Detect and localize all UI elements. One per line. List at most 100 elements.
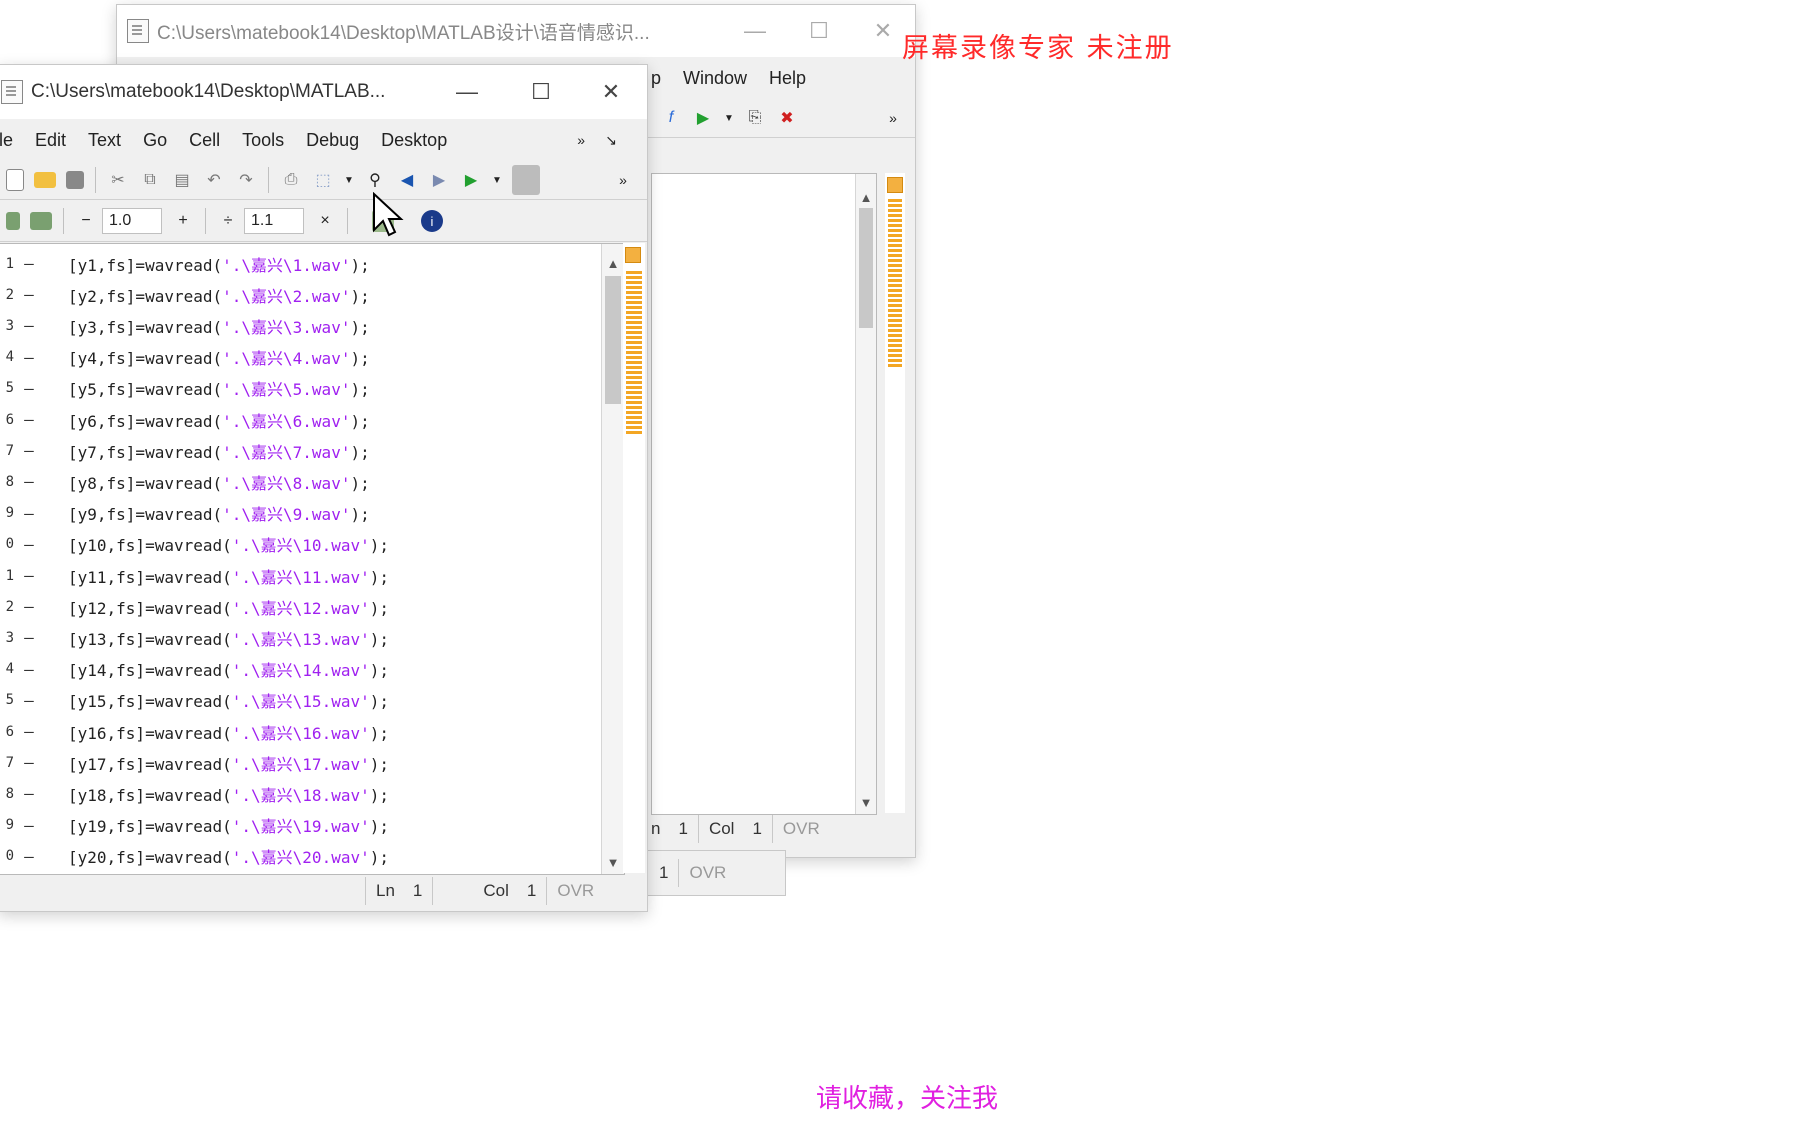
menu-help[interactable]: Help xyxy=(769,68,806,89)
menu-go[interactable]: Go xyxy=(143,130,167,151)
code-line[interactable]: 4— [y14,fs]=wavread('.\嘉兴\14.wav'); xyxy=(0,656,389,683)
breakpoint-dash[interactable]: — xyxy=(14,379,44,398)
code-line[interactable]: 0— [y10,fs]=wavread('.\嘉兴\10.wav'); xyxy=(0,531,389,558)
maximize-button[interactable]: ☐ xyxy=(787,5,851,57)
code-line[interactable]: 9— [y19,fs]=wavread('.\嘉兴\19.wav'); xyxy=(0,812,389,839)
menu-file[interactable]: le xyxy=(0,130,13,151)
back-title-bar[interactable]: C:\Users\matebook14\Desktop\MATLAB设计\语音情… xyxy=(117,5,915,57)
scroll-up-icon[interactable]: ▲ xyxy=(856,190,876,205)
help-info-icon[interactable]: i xyxy=(421,210,443,232)
code-line[interactable]: 2— [y2,fs]=wavread('.\嘉兴\2.wav'); xyxy=(0,281,370,308)
breakpoint-dash[interactable]: — xyxy=(14,847,44,866)
breakpoint-dash[interactable]: — xyxy=(14,472,44,491)
run-icon[interactable]: ▶ xyxy=(692,107,714,129)
code-line[interactable]: 8— [y8,fs]=wavread('.\嘉兴\8.wav'); xyxy=(0,468,370,495)
step-in-icon[interactable]: ⎘ xyxy=(744,107,766,129)
breakpoint-dash[interactable]: — xyxy=(14,316,44,335)
code-line[interactable]: 0— [y20,fs]=wavread('.\嘉兴\20.wav'); xyxy=(0,843,389,870)
overflow-icon[interactable]: » xyxy=(612,169,634,191)
close-button[interactable]: ✕ xyxy=(579,65,643,119)
scroll-down-icon[interactable]: ▼ xyxy=(856,795,876,810)
menu-desktop[interactable]: Desktop xyxy=(381,130,447,151)
code-line[interactable]: 3— [y3,fs]=wavread('.\嘉兴\3.wav'); xyxy=(0,312,370,339)
code-line[interactable]: 8— [y18,fs]=wavread('.\嘉兴\18.wav'); xyxy=(0,780,389,807)
scrollbar-thumb[interactable] xyxy=(605,276,621,404)
code-line[interactable]: 3— [y13,fs]=wavread('.\嘉兴\13.wav'); xyxy=(0,624,389,651)
cut-icon[interactable]: ✂ xyxy=(107,169,129,191)
back-arrow-icon[interactable]: ◀ xyxy=(396,169,418,191)
breakpoint-dash[interactable]: — xyxy=(14,441,44,460)
stack-icon[interactable] xyxy=(512,165,540,195)
code-analyzer-bar[interactable] xyxy=(623,243,645,873)
save-icon[interactable] xyxy=(66,171,84,189)
code-line[interactable]: 9— [y9,fs]=wavread('.\嘉兴\9.wav'); xyxy=(0,500,370,527)
multiply-value-input[interactable]: 1.1 xyxy=(244,208,304,234)
new-file-icon[interactable] xyxy=(6,169,24,191)
run-icon[interactable]: ▶ xyxy=(460,169,482,191)
breakpoint-dash[interactable]: — xyxy=(14,816,44,835)
code-line[interactable]: 2— [y12,fs]=wavread('.\嘉兴\12.wav'); xyxy=(0,593,389,620)
redo-icon[interactable]: ↷ xyxy=(235,169,257,191)
minimize-button[interactable]: — xyxy=(435,65,499,119)
divide-button[interactable]: ÷ xyxy=(217,210,239,232)
undock-icon[interactable]: ↘ xyxy=(605,132,617,149)
open-folder-icon[interactable] xyxy=(34,172,56,188)
back-editor-area[interactable]: ▲ ▼ xyxy=(651,173,877,815)
breakpoint-dash[interactable]: — xyxy=(14,410,44,429)
editor-vertical-scrollbar[interactable]: ▲ ▼ xyxy=(601,244,624,874)
menu-window[interactable]: Window xyxy=(683,68,747,89)
overflow-icon[interactable]: » xyxy=(882,107,904,129)
maximize-button[interactable]: ☐ xyxy=(509,65,573,119)
chevron-down-icon[interactable]: ▼ xyxy=(344,169,354,191)
code-line[interactable]: 1— [y11,fs]=wavread('.\嘉兴\11.wav'); xyxy=(0,562,389,589)
menu-edit[interactable]: Edit xyxy=(35,130,66,151)
menu-tools[interactable]: Tools xyxy=(242,130,284,151)
menu-text[interactable]: Text xyxy=(88,130,121,151)
breakpoint-dash[interactable]: — xyxy=(14,784,44,803)
menu-debug[interactable]: Debug xyxy=(306,130,359,151)
breakpoint-dash[interactable]: — xyxy=(14,348,44,367)
fx-icon[interactable]: f xyxy=(660,107,682,129)
scrollbar-thumb[interactable] xyxy=(859,208,873,328)
code-line[interactable]: 5— [y5,fs]=wavread('.\嘉兴\5.wav'); xyxy=(0,375,370,402)
code-line[interactable]: 7— [y17,fs]=wavread('.\嘉兴\17.wav'); xyxy=(0,749,389,776)
back-code-analyzer-bar[interactable] xyxy=(885,173,905,813)
breakpoint-dash[interactable]: — xyxy=(14,628,44,647)
paste-icon[interactable]: ▤ xyxy=(171,169,193,191)
menu-cell[interactable]: Cell xyxy=(189,130,220,151)
breakpoint-dash[interactable]: — xyxy=(14,691,44,710)
chevron-down-icon[interactable]: ▼ xyxy=(492,169,502,191)
minimize-button[interactable]: — xyxy=(723,5,787,57)
decrement-button[interactable]: − xyxy=(75,210,97,232)
scroll-up-icon[interactable]: ▲ xyxy=(602,256,624,271)
code-line[interactable]: 6— [y16,fs]=wavread('.\嘉兴\16.wav'); xyxy=(0,718,389,745)
back-vertical-scrollbar[interactable]: ▲ ▼ xyxy=(855,174,876,814)
find-icon[interactable]: ⚲ xyxy=(364,169,386,191)
chevron-down-icon[interactable]: ▼ xyxy=(724,107,734,129)
code-line[interactable]: 1— [y1,fs]=wavread('.\嘉兴\1.wav'); xyxy=(0,250,370,277)
code-line[interactable]: 5— [y15,fs]=wavread('.\嘉兴\15.wav'); xyxy=(0,687,389,714)
breakpoint-dash[interactable]: — xyxy=(14,597,44,616)
clear-breakpoints-icon[interactable]: ✖ xyxy=(776,107,798,129)
increment-value-input[interactable]: 1.0 xyxy=(102,208,162,234)
menu-item[interactable]: p xyxy=(651,68,661,89)
front-title-bar[interactable]: C:\Users\matebook14\Desktop\MATLAB... — … xyxy=(0,65,647,119)
breakpoint-dash[interactable]: — xyxy=(14,535,44,554)
breakpoint-dash[interactable]: — xyxy=(14,753,44,772)
multiply-button[interactable]: × xyxy=(314,210,336,232)
breakpoint-dash[interactable]: — xyxy=(14,254,44,273)
code-editor[interactable]: 1— [y1,fs]=wavread('.\嘉兴\1.wav'); 2— [y2,fs… xyxy=(0,243,625,875)
increment-button[interactable]: + xyxy=(172,210,194,232)
breakpoint-dash[interactable]: — xyxy=(14,722,44,741)
scroll-down-icon[interactable]: ▼ xyxy=(602,855,624,870)
breakpoint-dash[interactable]: — xyxy=(14,285,44,304)
code-line[interactable]: 7— [y7,fs]=wavread('.\嘉兴\7.wav'); xyxy=(0,437,370,464)
breakpoint-dash[interactable]: — xyxy=(14,504,44,523)
copy-icon[interactable]: ⧉ xyxy=(139,169,161,191)
undo-icon[interactable]: ↶ xyxy=(203,169,225,191)
code-line[interactable]: 4— [y4,fs]=wavread('.\嘉兴\4.wav'); xyxy=(0,344,370,371)
breakpoint-dash[interactable]: — xyxy=(14,566,44,585)
cell-eval-advance-icon[interactable] xyxy=(30,212,52,230)
forward-arrow-icon[interactable]: ▶ xyxy=(428,169,450,191)
breakpoint-dash[interactable]: — xyxy=(14,660,44,679)
